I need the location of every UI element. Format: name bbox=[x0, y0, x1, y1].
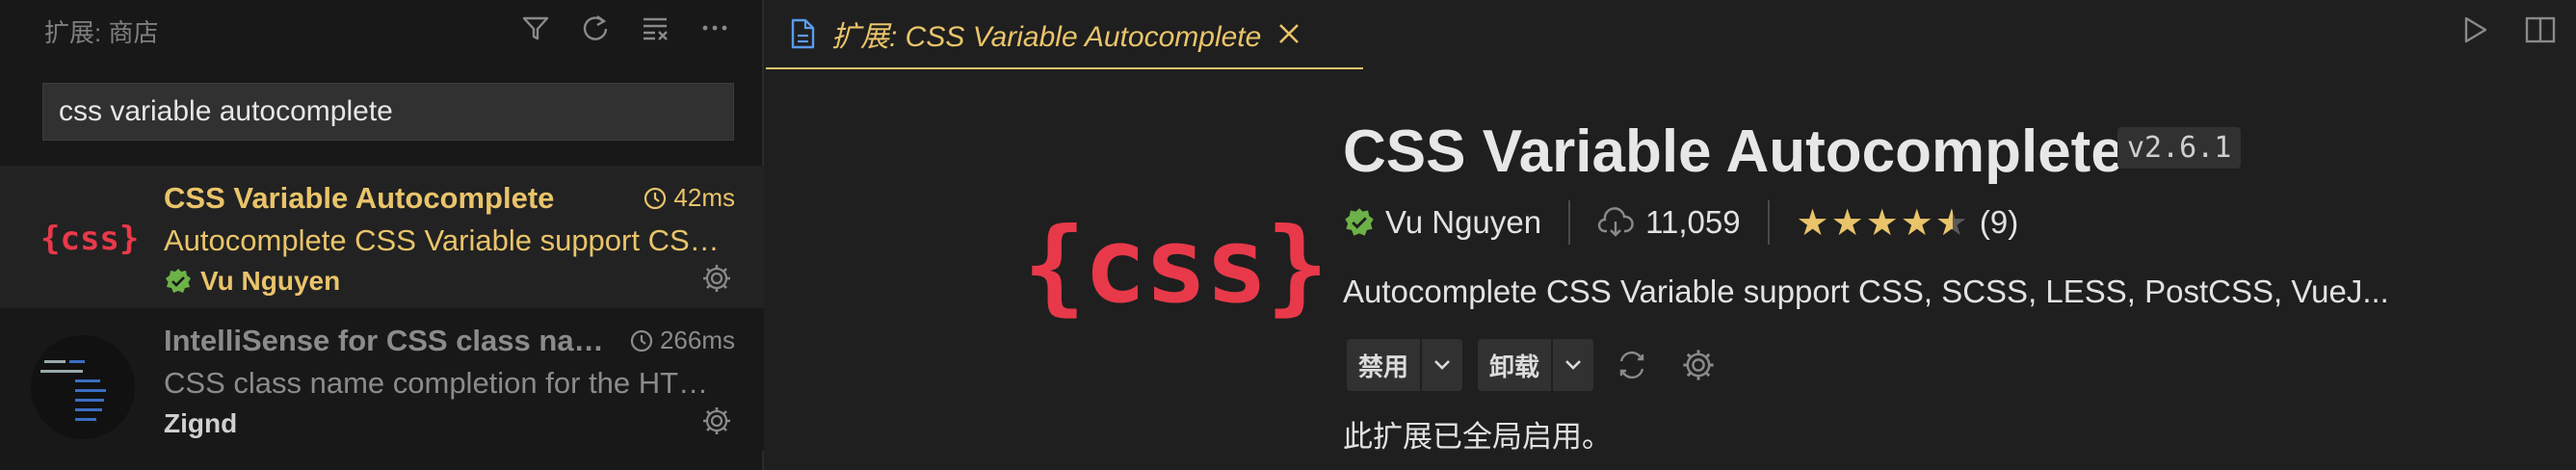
more-icon[interactable] bbox=[698, 12, 731, 44]
extension-thumbnail bbox=[31, 335, 135, 439]
publisher-name: Vu Nguyen bbox=[200, 266, 341, 296]
rating-count: (9) bbox=[1979, 204, 2019, 240]
sidebar-header: 扩展: 商店 bbox=[0, 0, 764, 62]
disable-split-button: 禁用 bbox=[1347, 339, 1463, 391]
manage-gear-icon[interactable] bbox=[700, 262, 733, 300]
sync-icon[interactable] bbox=[1613, 346, 1651, 384]
refresh-icon[interactable] bbox=[579, 12, 612, 44]
tab-title: 扩展: CSS Variable Autocomplete bbox=[831, 21, 1262, 53]
close-icon[interactable] bbox=[1276, 21, 1301, 46]
history-icon bbox=[644, 187, 667, 209]
extension-logo-large: {css} bbox=[1023, 206, 1328, 326]
extension-description-full: Autocomplete CSS Variable support CSS, S… bbox=[1343, 274, 2389, 309]
editor-actions bbox=[2458, 13, 2557, 46]
extension-meta: Vu Nguyen 11,059 ★★★★★★ (9) bbox=[1343, 200, 2018, 245]
extension-title: CSS Variable Autocomplete bbox=[1343, 118, 2124, 185]
search-box bbox=[42, 83, 734, 141]
verified-icon bbox=[1345, 208, 1374, 236]
filter-icon[interactable] bbox=[519, 12, 552, 44]
extension-list-item[interactable]: IntelliSense for CSS class names in HTML… bbox=[0, 308, 764, 451]
run-icon[interactable] bbox=[2458, 13, 2491, 46]
activation-time-text: 266ms bbox=[659, 326, 735, 354]
tab-extension-detail[interactable]: 扩展: CSS Variable Autocomplete bbox=[766, 0, 1363, 69]
activation-time: 42ms bbox=[641, 183, 735, 213]
history-icon bbox=[630, 329, 653, 352]
extension-publisher: Vu Nguyen bbox=[164, 266, 340, 297]
sidebar-title: 扩展: 商店 bbox=[44, 18, 159, 47]
publisher-link[interactable]: Vu Nguyen bbox=[1385, 204, 1541, 241]
settings-gear-icon[interactable] bbox=[1680, 347, 1717, 383]
extension-logo: {css} bbox=[40, 220, 140, 258]
disable-button[interactable]: 禁用 bbox=[1347, 339, 1420, 391]
enabled-status: 此扩展已全局启用。 bbox=[1343, 420, 1612, 454]
uninstall-split-button: 卸载 bbox=[1478, 339, 1594, 391]
version-badge: v2.6.1 bbox=[2117, 127, 2242, 169]
activation-time-text: 42ms bbox=[673, 183, 735, 212]
extension-description: Autocomplete CSS Variable support CSS, S… bbox=[164, 223, 723, 257]
activation-time: 266ms bbox=[627, 326, 735, 355]
search-input[interactable] bbox=[57, 94, 720, 129]
extension-name: CSS Variable Autocomplete bbox=[164, 181, 555, 215]
extension-description: CSS class name completion for the HTML c… bbox=[164, 366, 723, 400]
file-icon bbox=[791, 18, 815, 49]
publisher-name: Zignd bbox=[164, 408, 238, 438]
rating-stars[interactable]: ★★★★★★ bbox=[1797, 201, 1970, 245]
extension-name: IntelliSense for CSS class names in HTML bbox=[164, 324, 607, 357]
extensions-sidebar: 扩展: 商店 {css} CSS Variable Autocomplete 4… bbox=[0, 0, 764, 470]
chevron-down-icon[interactable] bbox=[1420, 339, 1462, 391]
verified-icon bbox=[166, 269, 191, 293]
cloud-download-icon bbox=[1597, 207, 1634, 237]
action-buttons: 禁用 卸载 bbox=[1347, 339, 1717, 391]
split-editor-icon[interactable] bbox=[2524, 13, 2557, 46]
divider bbox=[1767, 200, 1770, 245]
chevron-down-icon[interactable] bbox=[1551, 339, 1593, 391]
uninstall-button[interactable]: 卸载 bbox=[1478, 339, 1551, 391]
extension-list-item[interactable]: {css} CSS Variable Autocomplete 42ms Aut… bbox=[0, 166, 764, 308]
clear-icon[interactable] bbox=[639, 12, 671, 44]
divider bbox=[1568, 200, 1571, 245]
install-count: 11,059 bbox=[1645, 204, 1741, 240]
manage-gear-icon[interactable] bbox=[700, 405, 733, 442]
extension-publisher: Zignd bbox=[164, 408, 237, 439]
sidebar-actions bbox=[519, 12, 731, 44]
